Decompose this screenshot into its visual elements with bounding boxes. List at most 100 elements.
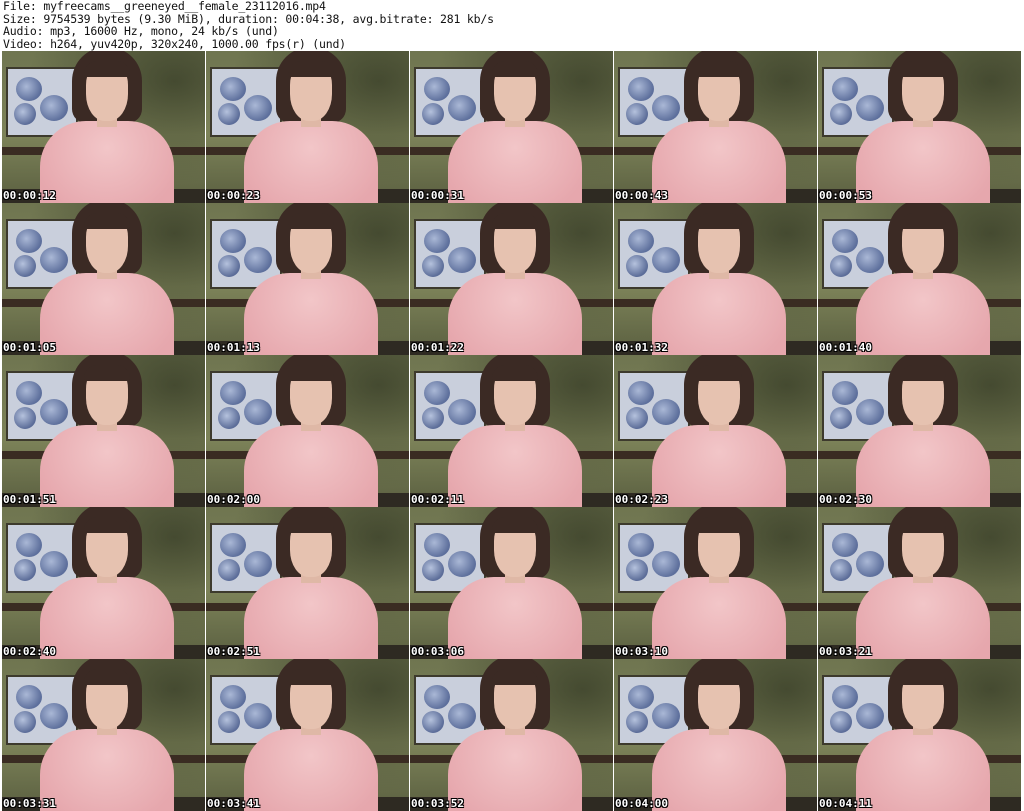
video-thumbnail[interactable]: 00:00:12 xyxy=(2,51,205,203)
thumbnail-rose3 xyxy=(218,103,240,125)
video-thumbnail[interactable]: 00:03:31 xyxy=(2,659,205,811)
video-thumbnail[interactable]: 00:01:22 xyxy=(410,203,613,355)
video-thumbnail[interactable]: 00:01:13 xyxy=(206,203,409,355)
thumbnail-rose3 xyxy=(14,103,36,125)
thumbnail-face xyxy=(696,669,742,729)
thumbnail-body xyxy=(448,273,582,355)
thumbnail-timestamp: 00:02:40 xyxy=(3,645,56,658)
thumbnail-timestamp: 00:03:06 xyxy=(411,645,464,658)
thumbnail-face xyxy=(900,213,946,273)
video-thumbnail[interactable]: 00:03:41 xyxy=(206,659,409,811)
thumbnail-face xyxy=(84,669,130,729)
thumbnail-rose3 xyxy=(14,255,36,277)
thumbnail-body xyxy=(40,729,174,811)
thumbnail-timestamp: 00:01:40 xyxy=(819,341,872,354)
thumbnail-face xyxy=(288,213,334,273)
video-thumbnail[interactable]: 00:02:30 xyxy=(818,355,1021,507)
thumbnail-rose3 xyxy=(830,559,852,581)
thumbnail-rose3 xyxy=(830,103,852,125)
video-thumbnail[interactable]: 00:02:23 xyxy=(614,355,817,507)
thumbnail-rose3 xyxy=(422,103,444,125)
thumbnail-timestamp: 00:03:52 xyxy=(411,797,464,810)
thumbnail-face xyxy=(288,517,334,577)
thumbnail-rose3 xyxy=(626,255,648,277)
thumbnail-body xyxy=(40,273,174,355)
thumbnail-body xyxy=(448,121,582,203)
thumbnail-body xyxy=(448,729,582,811)
thumbnail-timestamp: 00:02:00 xyxy=(207,493,260,506)
video-thumbnail[interactable]: 00:00:43 xyxy=(614,51,817,203)
thumbnail-rose3 xyxy=(626,559,648,581)
thumbnail-body xyxy=(652,729,786,811)
thumbnail-body xyxy=(244,729,378,811)
video-thumbnail[interactable]: 00:01:40 xyxy=(818,203,1021,355)
thumbnail-timestamp: 00:04:11 xyxy=(819,797,872,810)
video-thumbnail[interactable]: 00:00:23 xyxy=(206,51,409,203)
thumbnail-face xyxy=(492,61,538,121)
audio-info-line: Audio: mp3, 16000 Hz, mono, 24 kb/s (und… xyxy=(3,24,279,38)
video-thumbnail[interactable]: 00:01:05 xyxy=(2,203,205,355)
thumbnail-timestamp: 00:00:31 xyxy=(411,189,464,202)
thumbnail-timestamp: 00:00:53 xyxy=(819,189,872,202)
thumbnail-body xyxy=(448,577,582,659)
thumbnail-timestamp: 00:00:12 xyxy=(3,189,56,202)
thumbnail-face xyxy=(696,213,742,273)
thumbnail-face xyxy=(492,213,538,273)
video-thumbnail[interactable]: 00:03:10 xyxy=(614,507,817,659)
thumbnail-face xyxy=(492,517,538,577)
thumbnail-rose3 xyxy=(218,407,240,429)
video-thumbnail[interactable]: 00:03:21 xyxy=(818,507,1021,659)
thumbnail-face xyxy=(900,669,946,729)
thumbnail-timestamp: 00:01:22 xyxy=(411,341,464,354)
thumbnail-body xyxy=(856,121,990,203)
thumbnail-body xyxy=(856,273,990,355)
thumbnail-face xyxy=(696,61,742,121)
thumbnail-rose3 xyxy=(422,255,444,277)
thumbnail-timestamp: 00:00:43 xyxy=(615,189,668,202)
thumbnail-rose3 xyxy=(626,103,648,125)
thumbnail-body xyxy=(652,121,786,203)
file-name-line: File: myfreecams__greeneyed__female_2311… xyxy=(3,0,326,13)
thumbnail-timestamp: 00:01:13 xyxy=(207,341,260,354)
thumbnail-timestamp: 00:01:32 xyxy=(615,341,668,354)
thumbnail-timestamp: 00:02:51 xyxy=(207,645,260,658)
thumbnail-rose3 xyxy=(422,407,444,429)
thumbnail-timestamp: 00:03:41 xyxy=(207,797,260,810)
video-thumbnail[interactable]: 00:02:11 xyxy=(410,355,613,507)
video-thumbnail[interactable]: 00:01:51 xyxy=(2,355,205,507)
thumbnail-body xyxy=(40,425,174,507)
video-thumbnail[interactable]: 00:02:00 xyxy=(206,355,409,507)
video-thumbnail[interactable]: 00:04:11 xyxy=(818,659,1021,811)
thumbnail-face xyxy=(696,517,742,577)
thumbnail-rose3 xyxy=(14,711,36,733)
thumbnail-face xyxy=(84,517,130,577)
thumbnail-timestamp: 00:03:10 xyxy=(615,645,668,658)
video-thumbnail[interactable]: 00:00:53 xyxy=(818,51,1021,203)
thumbnail-face xyxy=(84,365,130,425)
video-thumbnail[interactable]: 00:02:51 xyxy=(206,507,409,659)
thumbnail-face xyxy=(84,61,130,121)
thumbnail-timestamp: 00:00:23 xyxy=(207,189,260,202)
video-thumbnail[interactable]: 00:02:40 xyxy=(2,507,205,659)
video-thumbnail[interactable]: 00:01:32 xyxy=(614,203,817,355)
thumbnail-body xyxy=(448,425,582,507)
thumbnail-rose3 xyxy=(626,407,648,429)
thumbnail-body xyxy=(244,425,378,507)
file-info-header: File: myfreecams__greeneyed__female_2311… xyxy=(3,0,494,50)
video-thumbnail[interactable]: 00:03:06 xyxy=(410,507,613,659)
thumbnail-body xyxy=(856,425,990,507)
thumbnail-rose3 xyxy=(422,559,444,581)
thumbnail-face xyxy=(900,61,946,121)
thumbnail-rose3 xyxy=(830,407,852,429)
video-thumbnail[interactable]: 00:03:52 xyxy=(410,659,613,811)
thumbnail-face xyxy=(492,365,538,425)
video-thumbnail[interactable]: 00:04:00 xyxy=(614,659,817,811)
thumbnail-timestamp: 00:01:05 xyxy=(3,341,56,354)
thumbnail-rose3 xyxy=(14,407,36,429)
video-info-line: Video: h264, yuv420p, 320x240, 1000.00 f… xyxy=(3,36,346,51)
thumbnail-face xyxy=(288,61,334,121)
video-thumbnail[interactable]: 00:00:31 xyxy=(410,51,613,203)
thumbnail-rose3 xyxy=(830,711,852,733)
thumbnail-grid: 00:00:12 00:00:23 00:00:31 00:00:43 00:00:53… xyxy=(2,51,1022,811)
thumbnail-face xyxy=(900,517,946,577)
